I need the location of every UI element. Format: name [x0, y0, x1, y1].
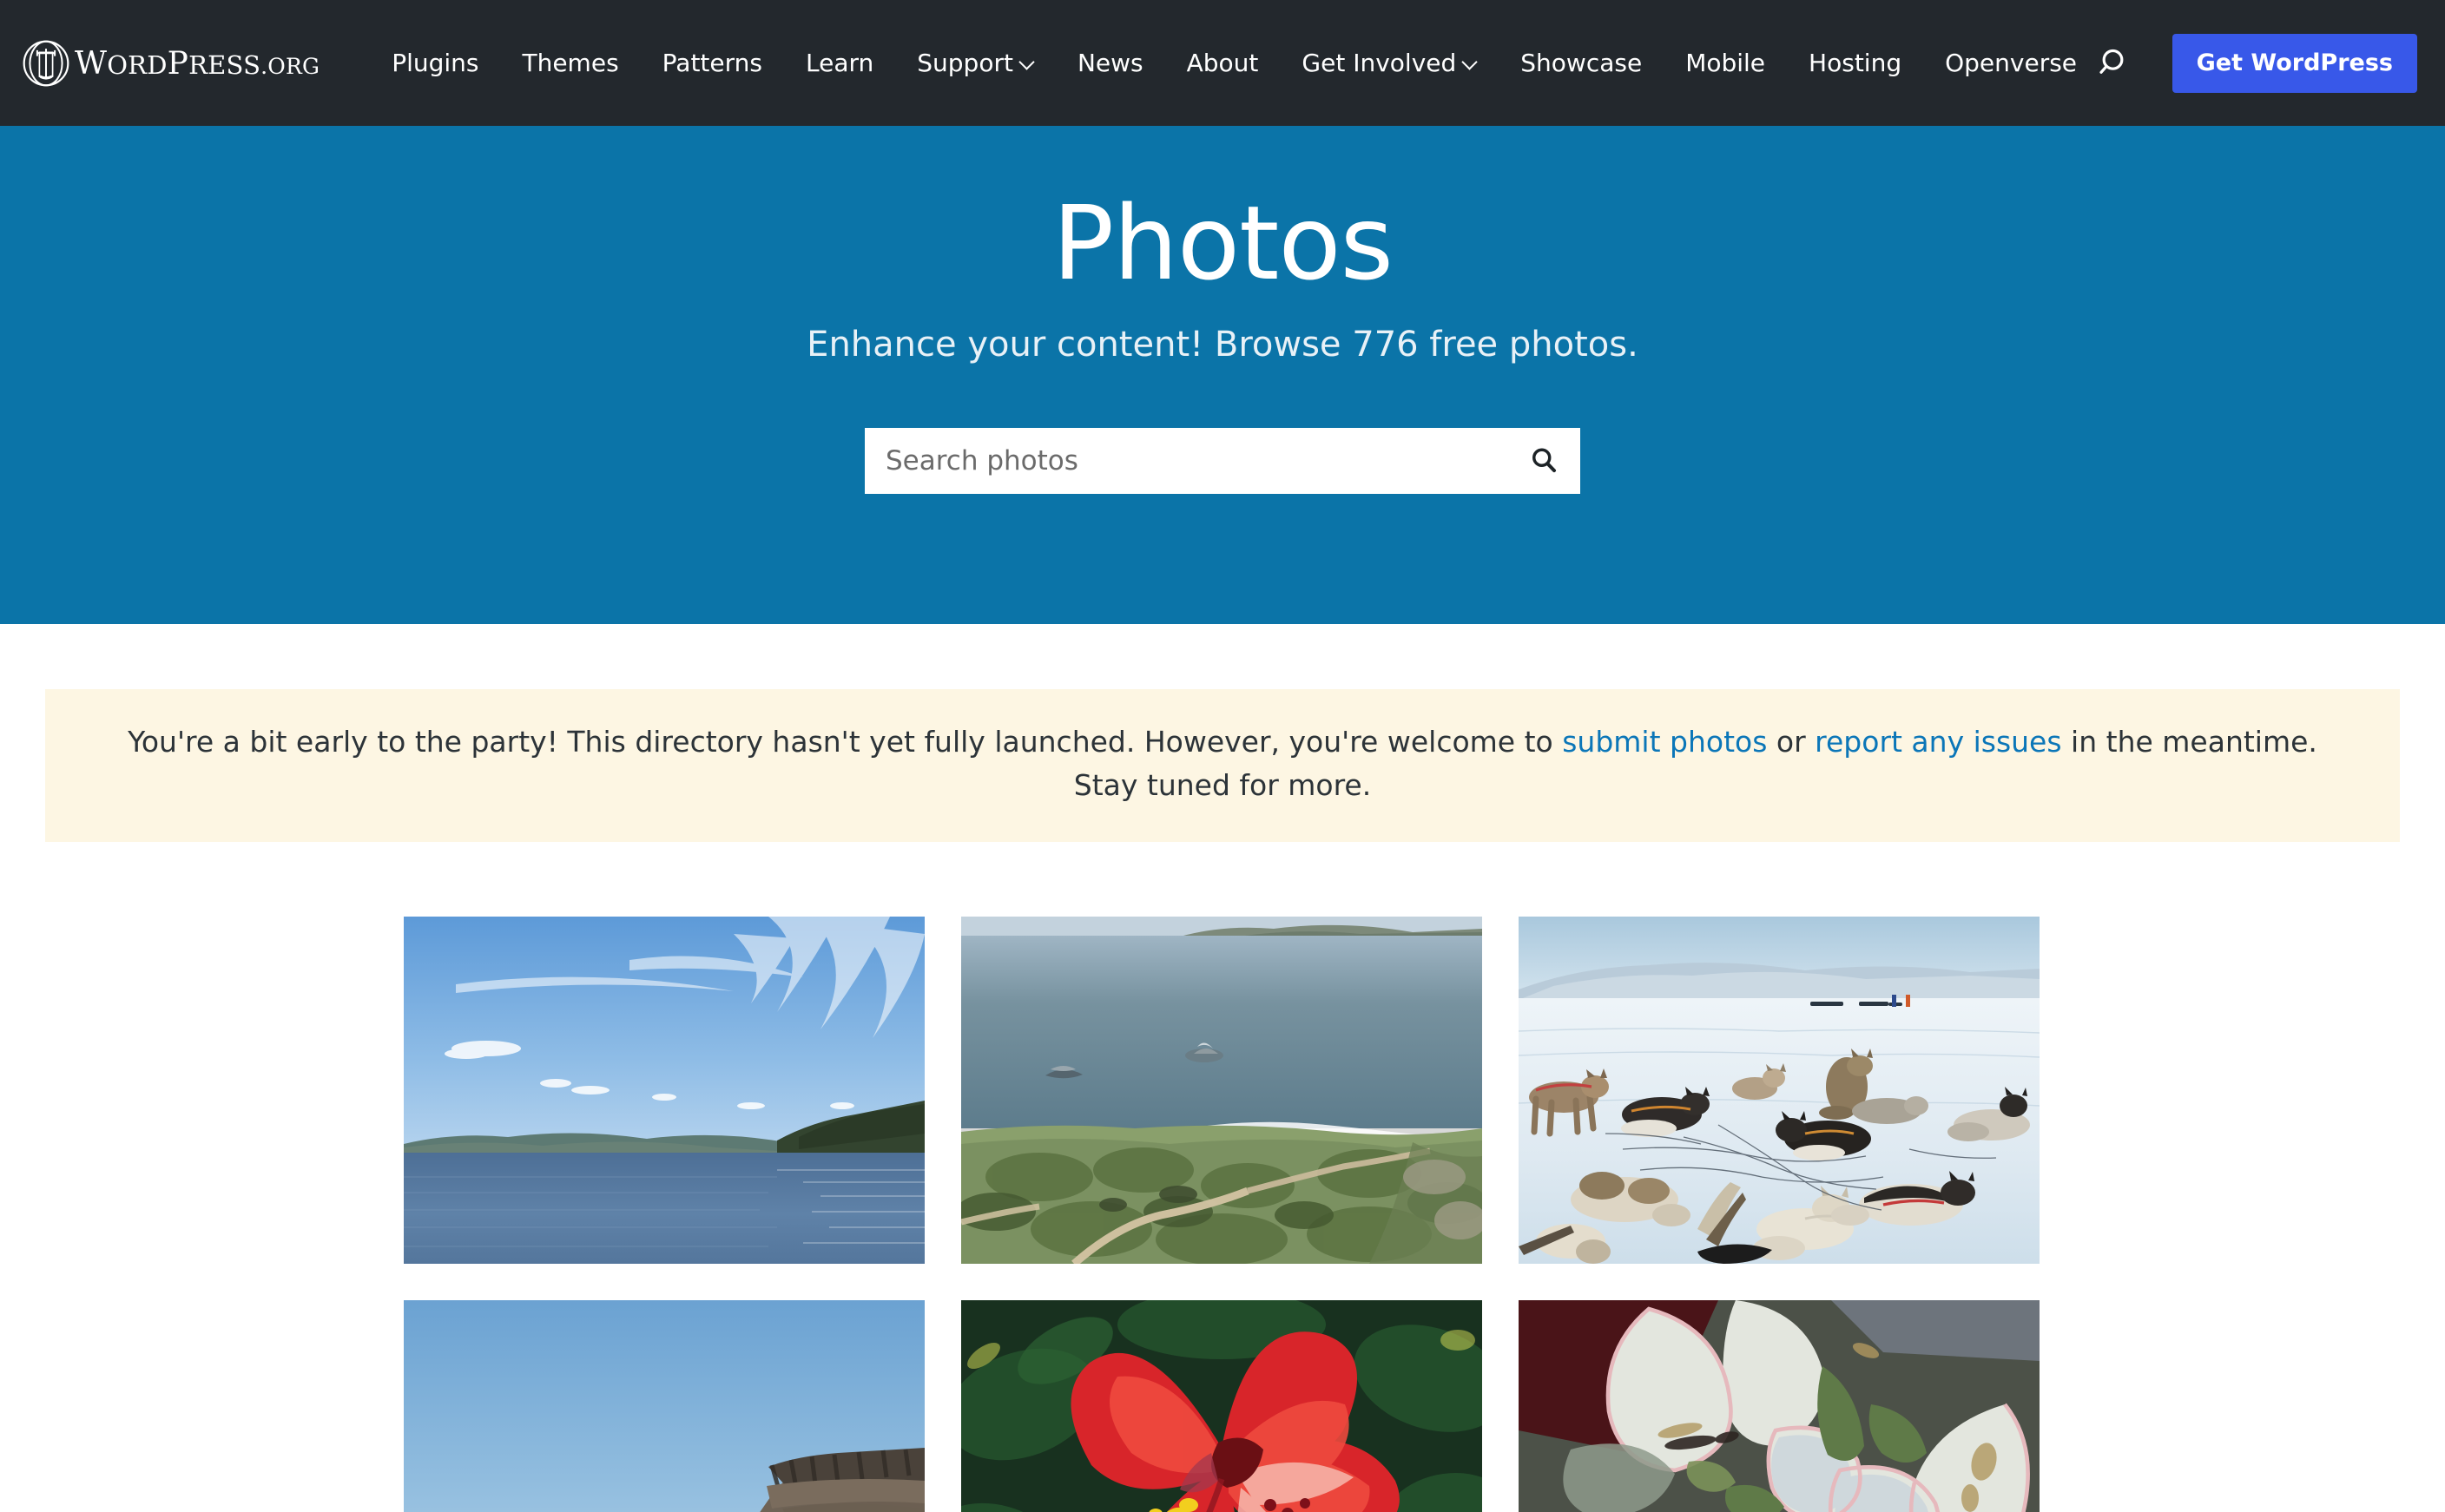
- photo-card-pale-succulent-rosette[interactable]: [1519, 1300, 2040, 1512]
- primary-nav-list: Plugins Themes Patterns Learn Support Ne…: [370, 38, 2099, 89]
- nav-item-showcase[interactable]: Showcase: [1499, 38, 1664, 89]
- nav-right-group: Get WordPress: [2079, 0, 2445, 126]
- notice-text-middle: or: [1767, 725, 1816, 759]
- nav-item-get-involved[interactable]: Get Involved: [1280, 38, 1499, 89]
- nav-item-themes[interactable]: Themes: [500, 38, 640, 89]
- report-issues-link[interactable]: report any issues: [1815, 725, 2061, 759]
- photo-search-form: [865, 427, 1580, 494]
- nav-label: Support: [917, 48, 1013, 77]
- photo-card-mesa-against-blue-sky[interactable]: [404, 1300, 925, 1512]
- wordpress-org-wordmark: WORDPRESS.ORG: [75, 45, 320, 82]
- nav-item-about[interactable]: About: [1165, 38, 1281, 89]
- nav-item-plugins[interactable]: Plugins: [370, 38, 500, 89]
- search-icon[interactable]: [2079, 37, 2152, 89]
- page-hero: Photos Enhance your content! Browse 776 …: [0, 126, 2445, 624]
- nav-item-patterns[interactable]: Patterns: [641, 38, 784, 89]
- page-title: Photos: [1051, 183, 1394, 303]
- photo-grid: [404, 917, 2041, 1512]
- page-content: You're a bit early to the party! This di…: [0, 689, 2445, 1512]
- nav-item-learn[interactable]: Learn: [784, 38, 895, 89]
- search-submit-button[interactable]: [1507, 428, 1580, 494]
- nav-item-support[interactable]: Support: [895, 38, 1056, 89]
- photo-card-sled-dogs-on-snow[interactable]: [1519, 917, 2040, 1265]
- chevron-down-icon: [1463, 55, 1477, 69]
- photo-card-coastal-bay-green-bluffs[interactable]: [961, 917, 1482, 1265]
- photo-card-red-hibiscus-flower[interactable]: [961, 1300, 1482, 1512]
- nav-label: News: [1077, 48, 1143, 77]
- wordpress-org-logo[interactable]: WORDPRESS.ORG: [23, 40, 320, 87]
- get-wordpress-button[interactable]: Get WordPress: [2172, 33, 2417, 93]
- nav-item-mobile[interactable]: Mobile: [1664, 38, 1787, 89]
- pre-launch-notice: You're a bit early to the party! This di…: [45, 689, 2400, 843]
- search-input[interactable]: [865, 427, 1507, 494]
- notice-text-before: You're a bit early to the party! This di…: [128, 725, 1563, 759]
- hero-subtitle: Enhance your content! Browse 776 free ph…: [807, 324, 1638, 365]
- nav-label: Patterns: [662, 48, 762, 77]
- submit-photos-link[interactable]: submit photos: [1562, 725, 1767, 759]
- nav-item-openverse[interactable]: Openverse: [1923, 38, 2099, 89]
- nav-label: Learn: [805, 48, 874, 77]
- nav-label: Get Involved: [1302, 48, 1457, 77]
- photo-card-lake-with-cirrus-clouds[interactable]: [404, 917, 925, 1265]
- nav-label: Showcase: [1520, 48, 1643, 77]
- wordpress-logo-icon: [23, 40, 69, 87]
- nav-label: Mobile: [1685, 48, 1766, 77]
- nav-item-hosting[interactable]: Hosting: [1787, 38, 1923, 89]
- nav-item-news[interactable]: News: [1056, 38, 1165, 89]
- nav-label: About: [1186, 48, 1259, 77]
- chevron-down-icon: [1020, 55, 1034, 69]
- nav-label: Openverse: [1945, 48, 2078, 77]
- nav-label: Hosting: [1809, 48, 1902, 77]
- nav-label: Plugins: [392, 48, 479, 77]
- nav-label: Themes: [522, 48, 619, 77]
- global-navigation-bar: WORDPRESS.ORG Plugins Themes Patterns Le…: [0, 0, 2445, 126]
